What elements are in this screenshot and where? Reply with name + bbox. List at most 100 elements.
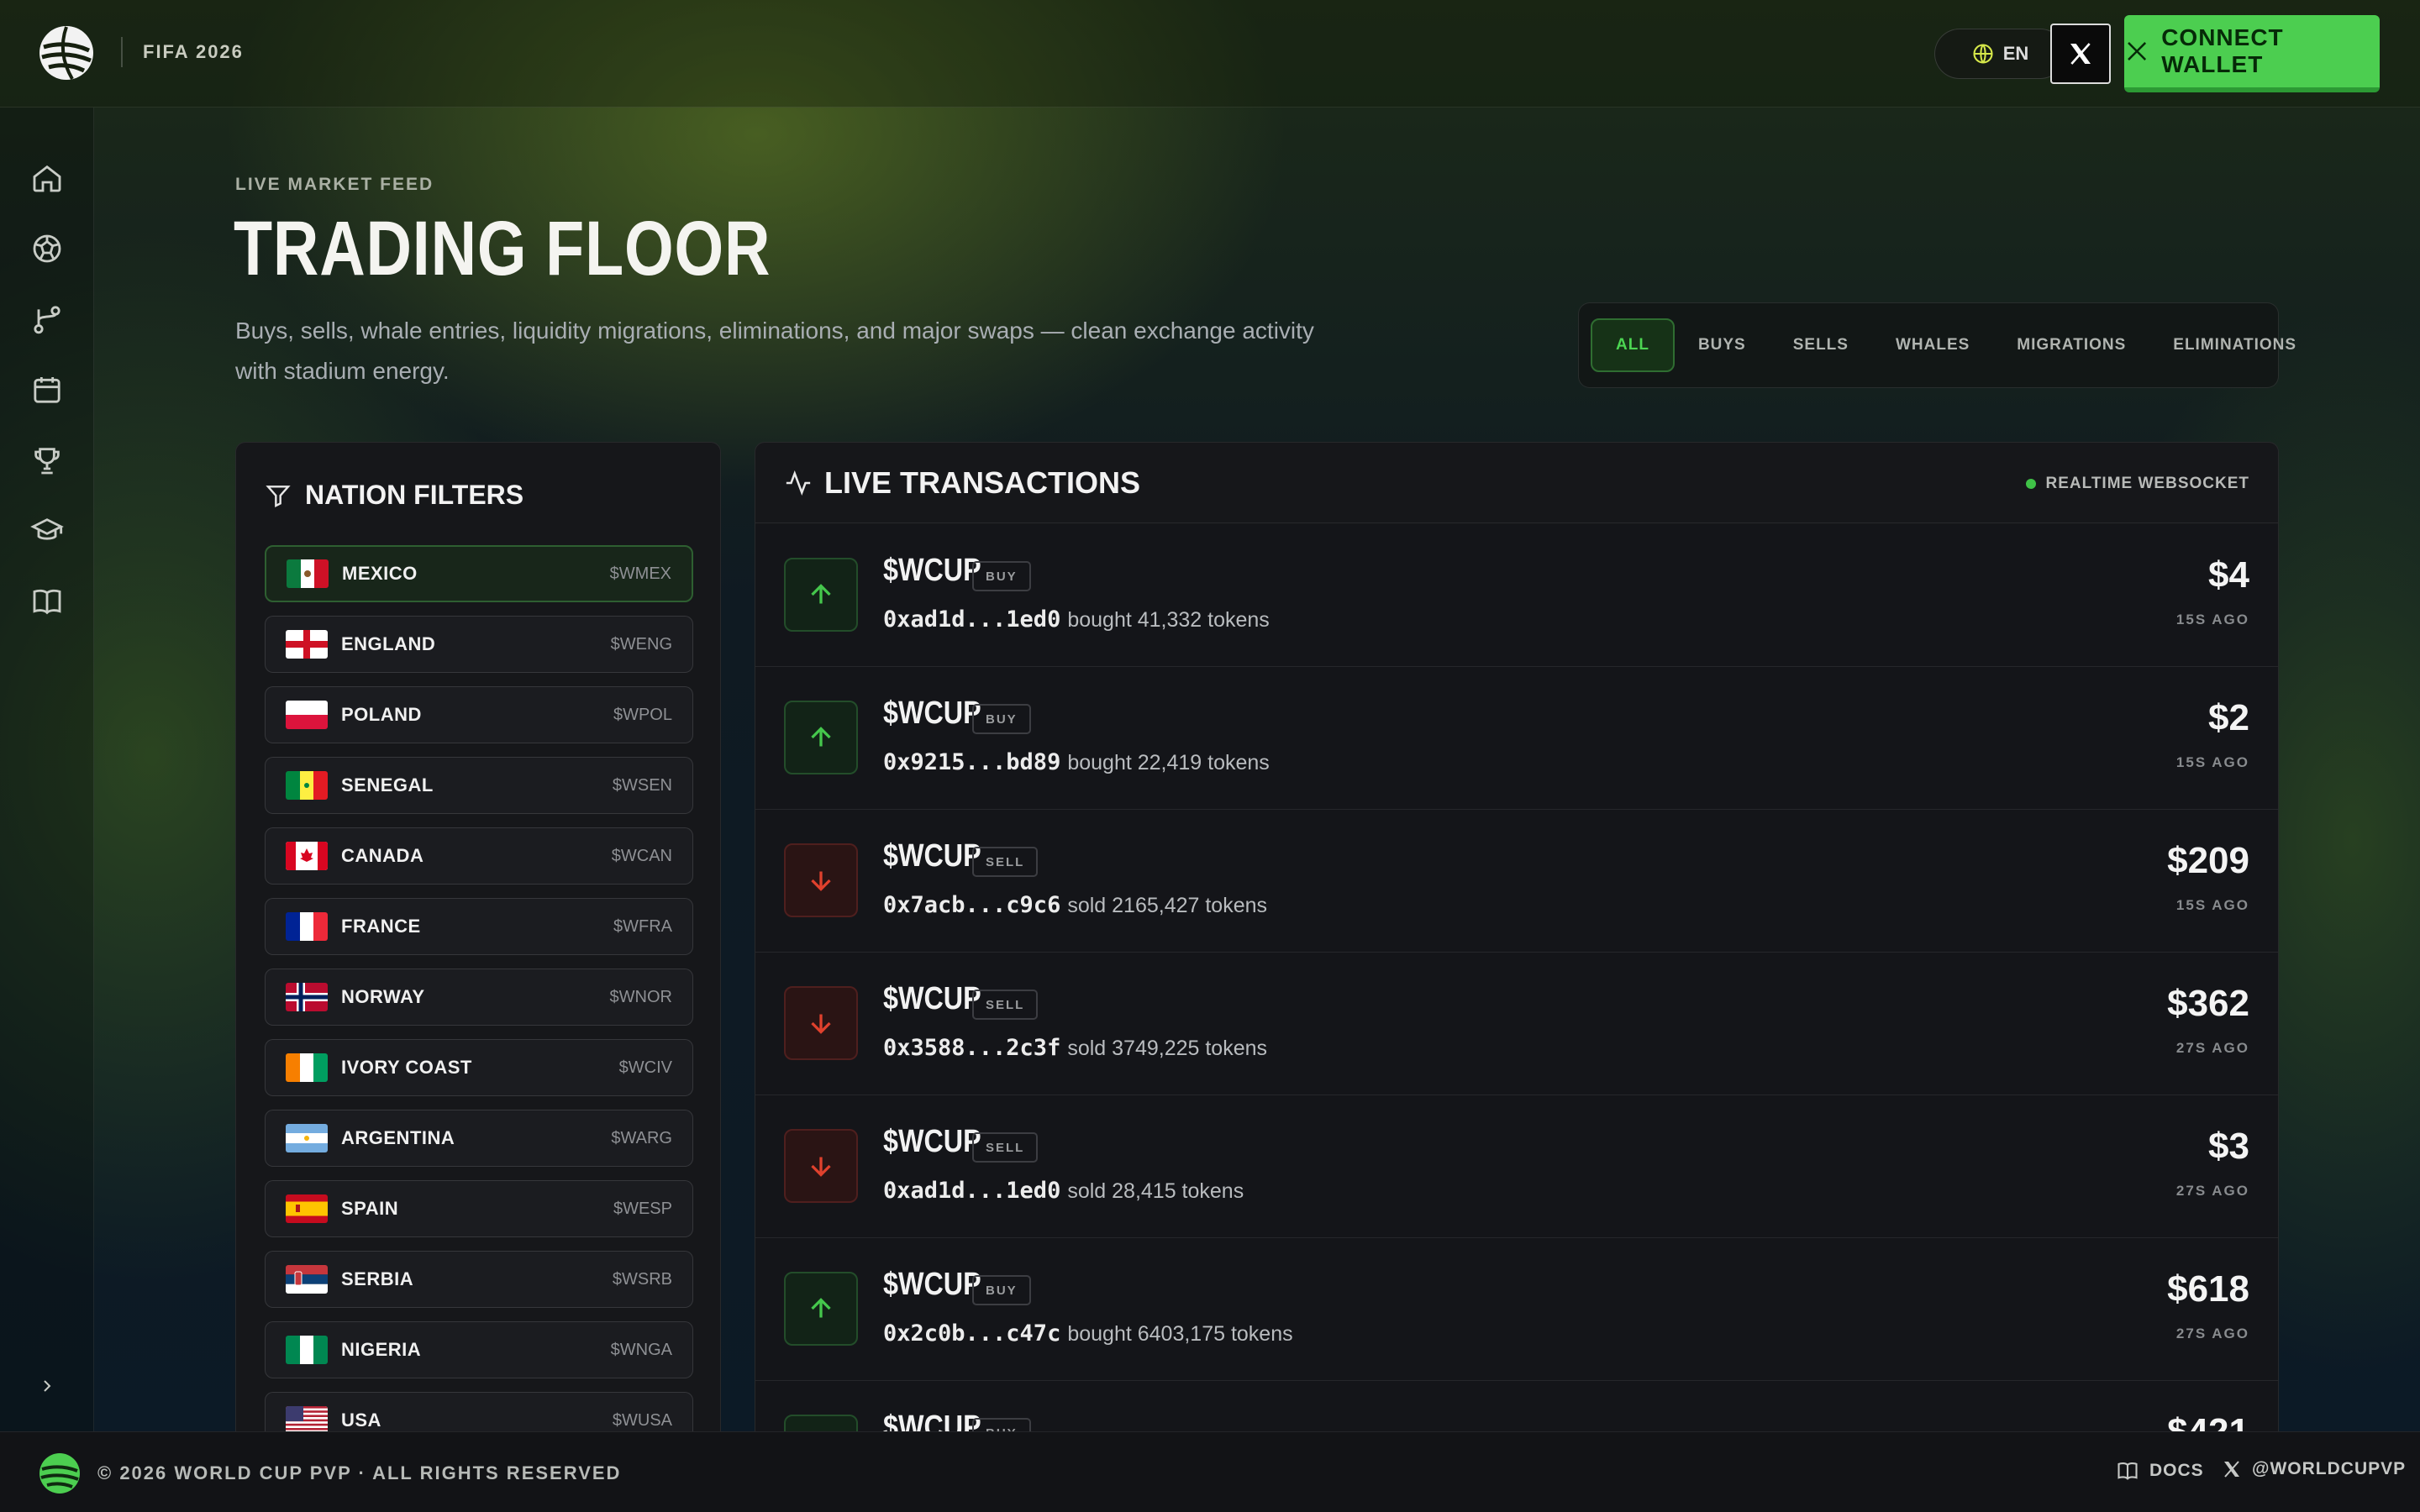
transaction-row[interactable]: $WCUP BUY 0x2c0b...c47c bought 6403,175 t… (755, 1238, 2278, 1381)
nation-item-usa[interactable]: USA $WUSA (265, 1392, 693, 1432)
status-dot (2025, 479, 2036, 489)
nation-ticker: $WMEX (609, 564, 671, 583)
top-bar: FIFA 2026 EN CONNECT WALLET (0, 0, 2420, 108)
nation-ticker: $WPOL (613, 705, 672, 724)
nation-item-spain[interactable]: SPAIN $WESP (265, 1180, 693, 1237)
wallet-address[interactable]: 0xad1d...1ed0 (883, 606, 1060, 633)
wallet-address[interactable]: 0x3588...2c3f (883, 1035, 1060, 1061)
arrow-up-icon (784, 558, 858, 632)
websocket-status: REALTIME WEBSOCKET (2025, 475, 2249, 493)
nation-item-england[interactable]: ENGLAND $WENG (265, 616, 693, 673)
nation-name: ARGENTINA (341, 1127, 455, 1148)
transaction-row[interactable]: $WCUP SELL 0x3588...2c3f sold 3749,225 to… (755, 953, 2278, 1095)
tab-all[interactable]: ALL (1591, 318, 1675, 372)
nation-item-france[interactable]: FRANCE $WFRA (265, 898, 693, 955)
transaction-row[interactable]: $WCUP SELL 0xad1d...1ed0 sold 28,415 toke… (755, 1095, 2278, 1238)
nation-item-norway[interactable]: NORWAY $WNOR (265, 969, 693, 1026)
arrow-down-icon (784, 843, 858, 917)
arrow-down-icon (784, 986, 858, 1060)
wallet-address[interactable]: 0x9215...bd89 (883, 749, 1060, 775)
flag-france-icon (286, 912, 328, 941)
token-symbol: $WCUP (883, 981, 981, 1016)
docs-link[interactable]: DOCS (2116, 1459, 2204, 1483)
flag-spain-icon (286, 1194, 328, 1223)
flag-nigeria-icon (286, 1336, 328, 1364)
tab-sells[interactable]: SELLS (1770, 318, 1872, 372)
graduation-cap-icon[interactable] (29, 512, 66, 549)
tab-migrations[interactable]: MIGRATIONS (1993, 318, 2149, 372)
x-logo-icon (2070, 43, 2091, 65)
usd-value: $4 (2208, 554, 2249, 596)
footer: © 2026 WORLD CUP PVP · ALL RIGHTS RESERV… (0, 1431, 2420, 1512)
type-badge: BUY (972, 561, 1031, 591)
chevron-right-icon[interactable] (30, 1369, 64, 1403)
tab-whales[interactable]: WHALES (1872, 318, 1993, 372)
trophy-icon[interactable] (29, 442, 66, 479)
book-icon (2118, 1462, 2138, 1480)
activity-filter-tabs: ALL BUYS SELLS WHALES MIGRATIONS ELIMINA… (1578, 302, 2296, 388)
flag-norway-icon (286, 983, 328, 1011)
language-selector[interactable]: EN (1934, 29, 2065, 79)
nation-ticker: $WNGA (610, 1340, 672, 1359)
flag-senegal-icon (286, 771, 328, 800)
usd-value: $362 (2167, 983, 2249, 1024)
page-subtitle: Buys, sells, whale entries, liquidity mi… (235, 318, 1314, 384)
ball-icon[interactable] (29, 230, 66, 267)
wallet-address[interactable]: 0x2c0b...c47c (883, 1320, 1060, 1347)
time-ago: 15S AGO (2175, 897, 2249, 913)
token-symbol: $WCUP (883, 1410, 981, 1433)
nation-item-canada[interactable]: CANADA $WCAN (265, 827, 693, 885)
nation-item-argentina[interactable]: ARGENTINA $WARG (265, 1110, 693, 1167)
x-handle-link[interactable]: @WORLDCUPVP (2222, 1459, 2406, 1479)
wallet-address[interactable]: 0xad1d...1ed0 (883, 1178, 1060, 1204)
flag-poland-icon (286, 701, 328, 729)
home-icon[interactable] (29, 160, 66, 197)
nation-item-serbia[interactable]: SERBIA $WSRB (265, 1251, 693, 1308)
arrow-up-icon (784, 1415, 858, 1432)
websocket-status-label: REALTIME WEBSOCKET (2045, 475, 2249, 492)
nation-item-nigeria[interactable]: NIGERIA $WNGA (265, 1321, 693, 1378)
activity-icon (786, 470, 811, 496)
page-eyebrow: LIVE MARKET FEED (235, 175, 434, 194)
swords-icon (2128, 42, 2147, 60)
nation-item-mexico[interactable]: MEXICO $WMEX (265, 545, 693, 602)
flag-mexico-icon (287, 559, 329, 588)
x-logo-icon (2224, 1461, 2239, 1478)
nation-ticker: $WCIV (618, 1058, 672, 1077)
nation-name: POLAND (341, 704, 422, 725)
type-badge: SELL (972, 847, 1039, 877)
logo[interactable] (39, 25, 94, 81)
nation-name: SPAIN (341, 1198, 399, 1219)
route-icon[interactable] (29, 301, 66, 338)
connect-wallet-button[interactable]: CONNECT WALLET (2124, 15, 2380, 92)
nation-name: NIGERIA (341, 1339, 422, 1360)
tab-buys[interactable]: BUYS (1675, 318, 1770, 372)
flag-serbia-icon (286, 1265, 328, 1294)
time-ago: 27S AGO (2175, 1040, 2249, 1056)
book-icon[interactable] (29, 583, 66, 620)
calendar-icon[interactable] (29, 371, 66, 408)
nation-name: SENEGAL (341, 774, 434, 795)
transaction-detail: 0x3588...2c3f sold 3749,225 tokens (883, 1035, 1267, 1061)
token-symbol: $WCUP (883, 696, 981, 731)
transaction-description: sold 28,415 tokens (1067, 1179, 1244, 1203)
transaction-row[interactable]: $WCUP BUY 0x9215...bd89 bought 22,419 tok… (755, 667, 2278, 810)
nation-name: NORWAY (341, 986, 425, 1007)
nation-ticker: $WARG (611, 1128, 672, 1147)
nation-ticker: $WENG (610, 634, 672, 654)
wallet-address[interactable]: 0x7acb...c9c6 (883, 892, 1060, 918)
nation-ticker: $WSRB (612, 1269, 672, 1289)
transaction-row[interactable]: $WCUP BUY $421 (755, 1381, 2278, 1433)
tab-eliminations[interactable]: ELIMINATIONS (2149, 318, 2320, 372)
nation-item-poland[interactable]: POLAND $WPOL (265, 686, 693, 743)
arrow-up-icon (784, 701, 858, 774)
nation-item-senegal[interactable]: SENEGAL $WSEN (265, 757, 693, 814)
transaction-row[interactable]: $WCUP BUY 0xad1d...1ed0 bought 41,332 tok… (755, 524, 2278, 667)
flag-england-icon (286, 630, 328, 659)
transaction-detail: 0xad1d...1ed0 bought 41,332 tokens (883, 606, 1270, 633)
nation-item-ivory-coast[interactable]: IVORY COAST $WCIV (265, 1039, 693, 1096)
usd-value: $618 (2167, 1268, 2249, 1310)
transaction-row[interactable]: $WCUP SELL 0x7acb...c9c6 sold 2165,427 to… (755, 810, 2278, 953)
x-social-button[interactable] (2050, 24, 2111, 84)
transaction-description: bought 22,419 tokens (1067, 751, 1270, 774)
